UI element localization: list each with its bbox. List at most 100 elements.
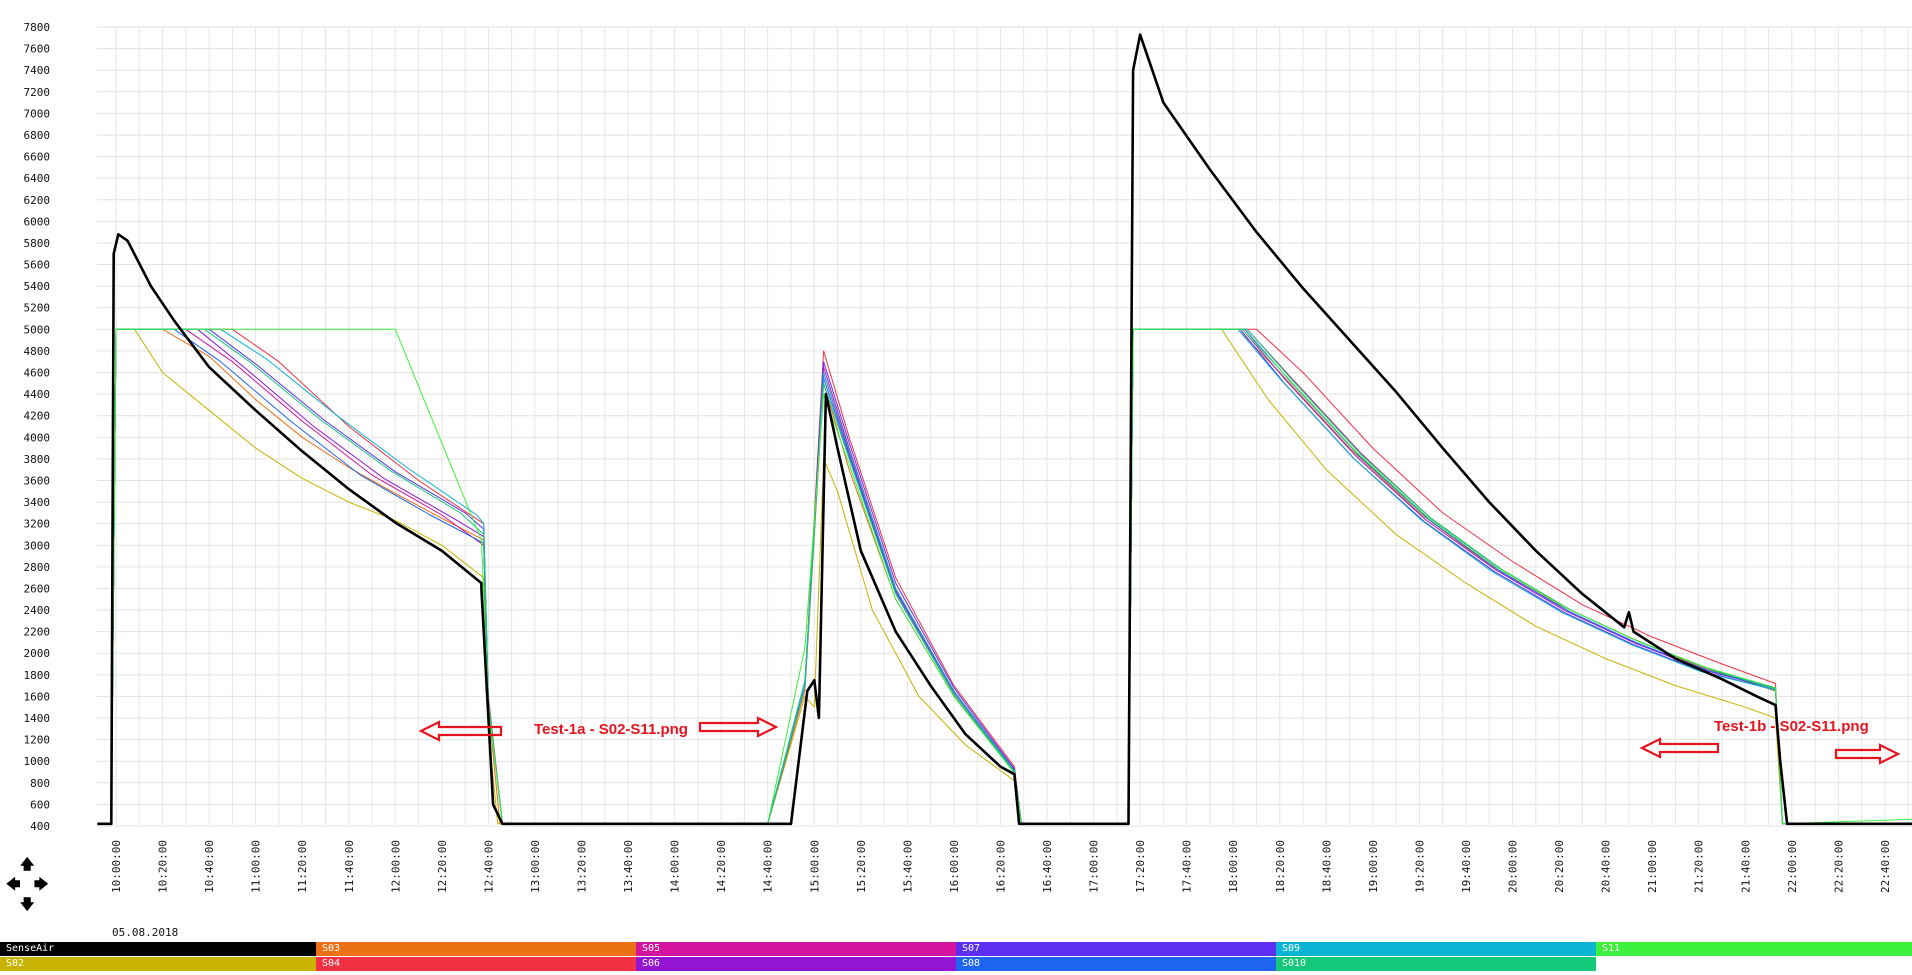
legend-item-s010[interactable]: S010: [1276, 957, 1596, 971]
x-tick-label: 15:00:00: [808, 840, 821, 893]
y-tick-label: 6800: [24, 129, 51, 142]
pan-up-icon[interactable]: 🡅: [20, 858, 34, 872]
x-tick-label: 19:20:00: [1413, 840, 1426, 893]
date-label: 05.08.2018: [112, 926, 178, 939]
x-tick-label: 10:40:00: [203, 840, 216, 893]
y-tick-label: 6200: [24, 194, 51, 207]
legend: SenseAir S03 S05 S07 S09 S11 S02 S04 S06 S08 S010: [0, 942, 1912, 972]
y-tick-label: 400: [30, 820, 50, 833]
y-tick-label: 4400: [24, 388, 51, 401]
y-tick-label: 7200: [24, 86, 51, 99]
co2-line-chart: 400 600 800 1000 1200 1400 1600 1800 2000 2200 240…: [24, 21, 1912, 939]
x-tick-label: 12:20:00: [436, 840, 449, 893]
legend-item-s02[interactable]: S02: [0, 957, 316, 971]
y-tick-label: 7000: [24, 107, 51, 120]
x-tick-label: 14:00:00: [669, 840, 682, 893]
series-line-s03: [97, 328, 1912, 825]
y-tick-label: 4200: [24, 410, 51, 423]
legend-item-s03[interactable]: S03: [316, 942, 636, 956]
x-tick-label: 22:40:00: [1879, 840, 1892, 893]
y-tick-label: 3000: [24, 539, 51, 552]
y-tick-label: 800: [30, 777, 50, 790]
x-tick-label: 21:40:00: [1739, 840, 1752, 893]
series-line-senseair: [97, 33, 1912, 826]
x-tick-label: 17:40:00: [1181, 840, 1194, 893]
x-tick-label: 16:20:00: [994, 840, 1007, 893]
pan-control: 🡅 🡄 🡆 🡇: [6, 858, 48, 918]
x-tick-label: 15:20:00: [855, 840, 868, 893]
y-tick-label: 2400: [24, 604, 51, 617]
x-tick-label: 20:20:00: [1553, 840, 1566, 893]
y-tick-label: 3600: [24, 474, 51, 487]
y-axis: 400 600 800 1000 1200 1400 1600 1800 2000 2200 240…: [24, 21, 51, 833]
right-arrow-1a-icon: [698, 716, 779, 738]
y-tick-label: 6000: [24, 215, 51, 228]
y-tick-label: 2000: [24, 647, 51, 660]
legend-item-s05[interactable]: S05: [636, 942, 956, 956]
y-tick-label: 7600: [24, 43, 51, 56]
pan-right-icon[interactable]: 🡆: [34, 878, 48, 892]
x-tick-label: 22:20:00: [1832, 840, 1845, 893]
x-tick-label: 20:40:00: [1600, 840, 1613, 893]
series-line-s010: [97, 328, 1912, 825]
pan-left-icon[interactable]: 🡄: [6, 878, 20, 892]
y-tick-label: 3200: [24, 518, 51, 531]
y-tick-label: 5800: [24, 237, 51, 250]
x-tick-label: 18:20:00: [1274, 840, 1287, 893]
chart-grid: [97, 26, 1912, 827]
x-tick-label: 13:40:00: [622, 840, 635, 893]
x-tick-label: 14:20:00: [715, 840, 728, 893]
x-tick-label: 20:00:00: [1507, 840, 1520, 893]
y-tick-label: 1600: [24, 690, 51, 703]
x-tick-label: 17:20:00: [1134, 840, 1147, 893]
annotation-test-1a: Test-1a - S02-S11.png: [534, 721, 688, 738]
x-tick-label: 21:20:00: [1693, 840, 1706, 893]
series-line-s04: [97, 328, 1912, 825]
x-tick-label: 11:40:00: [343, 840, 356, 893]
legend-item-senseair[interactable]: SenseAir: [0, 942, 316, 956]
legend-item-s06[interactable]: S06: [636, 957, 956, 971]
x-tick-label: 14:40:00: [762, 840, 775, 893]
right-arrow-1b-icon: [1834, 743, 1901, 765]
x-tick-label: 12:00:00: [389, 840, 402, 893]
x-tick-label: 10:00:00: [110, 840, 123, 893]
legend-item-s08[interactable]: S08: [956, 957, 1276, 971]
legend-item-s07[interactable]: S07: [956, 942, 1276, 956]
x-tick-label: 22:00:00: [1786, 840, 1799, 893]
y-tick-label: 1400: [24, 712, 51, 725]
y-tick-label: 1200: [24, 734, 51, 747]
y-tick-label: 6600: [24, 151, 51, 164]
y-tick-label: 1800: [24, 669, 51, 682]
left-arrow-1b-icon: [1639, 737, 1720, 759]
y-tick-label: 4800: [24, 345, 51, 358]
x-tick-label: 11:20:00: [296, 840, 309, 893]
series-line-s07: [97, 328, 1912, 825]
y-tick-label: 5400: [24, 280, 51, 293]
y-tick-label: 6400: [24, 172, 51, 185]
pan-down-icon[interactable]: 🡇: [20, 898, 34, 912]
y-tick-label: 2200: [24, 626, 51, 639]
series-line-s06: [97, 328, 1912, 825]
series-lines: [97, 33, 1912, 826]
annotation-test-1b: Test-1b - S02-S11.png: [1714, 718, 1869, 735]
x-tick-label: 21:00:00: [1646, 840, 1659, 893]
y-tick-label: 2800: [24, 561, 51, 574]
x-tick-label: 15:40:00: [901, 840, 914, 893]
legend-item-s04[interactable]: S04: [316, 957, 636, 971]
y-tick-label: 600: [30, 798, 50, 811]
y-tick-label: 3400: [24, 496, 51, 509]
x-tick-label: 19:00:00: [1367, 840, 1380, 893]
legend-item-s09[interactable]: S09: [1276, 942, 1596, 956]
y-tick-label: 2600: [24, 582, 51, 595]
legend-item-s11[interactable]: S11: [1596, 942, 1912, 956]
x-tick-label: 18:40:00: [1320, 840, 1333, 893]
x-tick-label: 13:20:00: [576, 840, 589, 893]
series-line-s09: [97, 328, 1912, 825]
y-tick-label: 4000: [24, 431, 51, 444]
x-tick-label: 19:40:00: [1460, 840, 1473, 893]
x-axis: 10:00:00 10:20:00 10:40:00 11:00:00 11:20:00…: [110, 840, 1892, 893]
annotations: Test-1a - S02-S11.png Test-1b - S02-S11.p…: [418, 716, 1901, 765]
y-tick-label: 7800: [24, 21, 51, 34]
x-tick-label: 10:20:00: [157, 840, 170, 893]
y-tick-label: 1000: [24, 755, 51, 768]
